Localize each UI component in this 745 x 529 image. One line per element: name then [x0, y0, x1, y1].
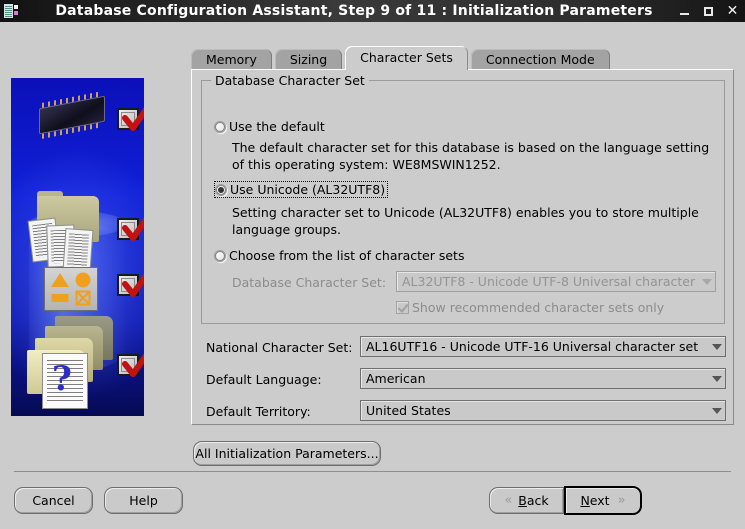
radio-choose-from-list[interactable]: Choose from the list of character sets: [214, 248, 464, 263]
database-server-icon: [3, 3, 19, 19]
national-character-set-label: National Character Set:: [206, 340, 353, 355]
database-character-set-group: Database Character Set Use the default T…: [201, 73, 725, 324]
window-title: Database Configuration Assistant, Step 9…: [55, 3, 653, 19]
group-title: Database Character Set: [211, 73, 369, 88]
window-controls: ✕: [678, 0, 739, 22]
show-recommended-checkbox[interactable]: Show recommended character sets only: [396, 300, 664, 315]
default-territory-label: Default Territory:: [206, 404, 311, 419]
default-territory-value: United States: [366, 403, 451, 418]
shapes-palette-icon: [45, 268, 97, 310]
dbca-window: Database Configuration Assistant, Step 9…: [0, 0, 745, 529]
radio-use-the-default[interactable]: Use the default: [214, 119, 325, 134]
radio-use-unicode[interactable]: Use Unicode (AL32UTF8): [214, 181, 389, 198]
radio-indicator: [214, 250, 226, 262]
radio-label: Use Unicode (AL32UTF8): [230, 182, 386, 197]
chevron-right-icon: »: [617, 493, 626, 508]
radio-indicator: [214, 121, 226, 133]
back-button-label: Back: [518, 493, 549, 508]
tab-memory[interactable]: Memory: [191, 49, 272, 70]
chevron-down-icon: [698, 272, 715, 291]
cancel-button[interactable]: Cancel: [14, 487, 93, 514]
database-character-set-label: Database Character Set:: [232, 275, 387, 290]
help-button[interactable]: Help: [104, 487, 183, 514]
use-the-default-description: The default character set for this datab…: [232, 140, 710, 172]
tab-character-sets[interactable]: Character Sets: [345, 46, 468, 70]
next-button-label: Next: [580, 493, 610, 508]
footer-divider: [14, 471, 731, 472]
checkmark-icon: [117, 102, 144, 134]
checkmark-icon: [117, 268, 144, 300]
folder-documents-icon: [28, 191, 113, 276]
tab-bar: Memory Sizing Character Sets Connection …: [191, 46, 613, 70]
title-bar: Database Configuration Assistant, Step 9…: [0, 0, 745, 22]
national-character-set-combo[interactable]: AL16UTF16 - Unicode UTF-16 Universal cha…: [360, 336, 726, 357]
checkmark-icon: [117, 212, 144, 244]
chevron-down-icon: [708, 337, 725, 356]
next-button[interactable]: Next »: [564, 486, 642, 515]
default-language-label: Default Language:: [206, 372, 322, 387]
tab-sizing[interactable]: Sizing: [274, 49, 343, 70]
chevron-down-icon: [708, 369, 725, 388]
default-territory-combo[interactable]: United States: [360, 400, 726, 421]
radio-label: Choose from the list of character sets: [229, 248, 465, 263]
minimize-icon[interactable]: [678, 5, 691, 18]
checkbox-indicator: [396, 301, 409, 314]
character-sets-panel: Database Character Set Use the default T…: [191, 69, 734, 425]
all-initialization-parameters-button[interactable]: All Initialization Parameters...: [193, 441, 381, 466]
folders-question-document-icon: ?: [27, 316, 119, 408]
national-character-set-value: AL16UTF16 - Unicode UTF-16 Universal cha…: [366, 339, 699, 354]
chevron-down-icon: [708, 401, 725, 420]
database-character-set-combo[interactable]: AL32UTF8 - Unicode UTF-8 Universal chara…: [396, 271, 716, 292]
radio-indicator: [215, 184, 227, 196]
back-button[interactable]: « Back: [489, 487, 564, 514]
close-icon[interactable]: ✕: [726, 4, 739, 18]
chevron-left-icon: «: [504, 493, 513, 508]
default-language-value: American: [366, 371, 426, 386]
default-language-combo[interactable]: American: [360, 368, 726, 389]
radio-label: Use the default: [229, 119, 325, 134]
memory-chip-icon: [39, 95, 105, 135]
tab-connection-mode[interactable]: Connection Mode: [470, 49, 610, 70]
show-recommended-label: Show recommended character sets only: [412, 300, 665, 315]
wizard-artwork: ?: [11, 78, 144, 416]
maximize-icon[interactable]: [702, 5, 715, 18]
database-character-set-value: AL32UTF8 - Unicode UTF-8 Universal chara…: [402, 274, 698, 289]
use-unicode-description: Setting character set to Unicode (AL32UT…: [232, 205, 699, 237]
checkmark-icon: [117, 348, 144, 380]
